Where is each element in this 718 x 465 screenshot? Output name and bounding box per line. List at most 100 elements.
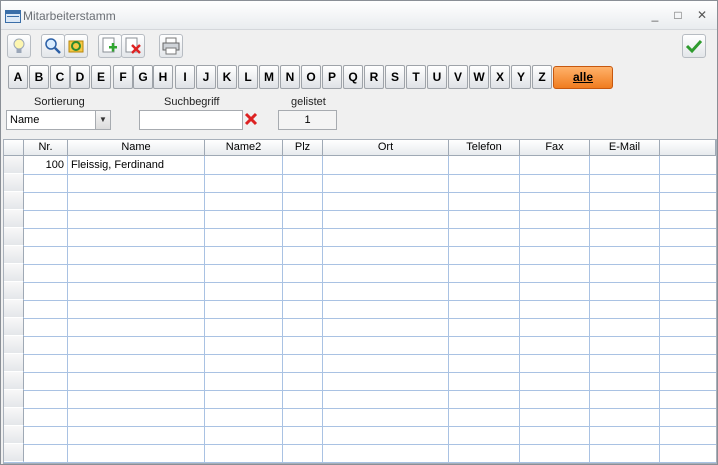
toolbar (1, 31, 717, 61)
table-row[interactable]: 100 Fleissig, Ferdinand (4, 156, 716, 175)
sort-value: Name (10, 114, 40, 126)
letter-button-u[interactable]: U (427, 65, 447, 89)
close-button[interactable]: ✕ (691, 6, 713, 24)
letter-button-r[interactable]: R (364, 65, 384, 89)
clear-search-icon[interactable] (243, 111, 259, 127)
empty-table-row[interactable] (4, 246, 716, 265)
row-selector[interactable] (4, 246, 24, 263)
maximize-button[interactable]: □ (667, 6, 689, 24)
sort-label: Sortierung (34, 96, 85, 108)
row-selector[interactable] (4, 300, 24, 317)
add-icon (102, 37, 117, 53)
search-icon (45, 38, 61, 54)
empty-table-row[interactable] (4, 228, 716, 247)
column-header-fax[interactable]: Fax (520, 140, 590, 156)
empty-table-row[interactable] (4, 408, 716, 427)
letter-button-a[interactable]: A (8, 65, 28, 89)
letter-button-f[interactable]: F (113, 65, 133, 89)
row-selector[interactable] (4, 372, 24, 389)
row-selector[interactable] (4, 408, 24, 425)
row-selector[interactable] (4, 354, 24, 371)
empty-table-row[interactable] (4, 210, 716, 229)
empty-table-row[interactable] (4, 264, 716, 283)
empty-table-row[interactable] (4, 390, 716, 409)
letter-button-m[interactable]: M (259, 65, 279, 89)
column-header-email[interactable]: E-Mail (590, 140, 660, 156)
letter-button-q[interactable]: Q (343, 65, 363, 89)
empty-table-row[interactable] (4, 174, 716, 193)
row-selector[interactable] (4, 444, 24, 461)
column-header-name2[interactable]: Name2 (205, 140, 283, 156)
column-header-ort[interactable]: Ort (323, 140, 449, 156)
title-bar: Mitarbeiterstamm _ □ ✕ (1, 1, 717, 30)
print-button[interactable] (159, 34, 183, 58)
count-label: gelistet (291, 96, 326, 108)
empty-table-row[interactable] (4, 300, 716, 319)
delete-icon (125, 37, 141, 54)
letter-button-x[interactable]: X (490, 65, 510, 89)
letter-button-z[interactable]: Z (532, 65, 552, 89)
letter-button-e[interactable]: E (91, 65, 111, 89)
letter-button-c[interactable]: C (50, 65, 70, 89)
empty-table-row[interactable] (4, 282, 716, 301)
refresh-icon (68, 40, 84, 53)
column-header-nr[interactable]: Nr. (24, 140, 68, 156)
row-selector[interactable] (4, 264, 24, 281)
letter-button-i[interactable]: I (175, 65, 195, 89)
confirm-button[interactable] (682, 34, 706, 58)
chevron-down-icon[interactable]: ▼ (95, 111, 110, 129)
letter-button-h[interactable]: H (153, 65, 173, 89)
letter-button-y[interactable]: Y (511, 65, 531, 89)
lightbulb-button[interactable] (7, 34, 31, 58)
search-label: Suchbegriff (164, 96, 220, 108)
row-selector[interactable] (4, 228, 24, 245)
empty-table-row[interactable] (4, 426, 716, 445)
empty-table-row[interactable] (4, 318, 716, 337)
letter-button-v[interactable]: V (448, 65, 468, 89)
search-button[interactable] (41, 34, 65, 58)
letter-button-g[interactable]: G (133, 65, 153, 89)
row-selector[interactable] (4, 282, 24, 299)
sort-select[interactable]: Name ▼ (6, 110, 111, 130)
empty-table-row[interactable] (4, 336, 716, 355)
add-button[interactable] (98, 34, 122, 58)
search-input[interactable] (139, 110, 243, 130)
letter-button-j[interactable]: J (196, 65, 216, 89)
refresh-button[interactable] (64, 34, 88, 58)
row-selector[interactable] (4, 426, 24, 443)
cell-nr: 100 (45, 159, 64, 171)
listed-count: 1 (278, 110, 337, 130)
window: Mitarbeiterstamm _ □ ✕ ABCDEFGHIJKLMNOPQ… (0, 0, 718, 465)
empty-table-row[interactable] (4, 372, 716, 391)
table-icon (5, 10, 21, 23)
row-selector[interactable] (4, 156, 24, 173)
empty-table-row[interactable] (4, 192, 716, 211)
row-selector[interactable] (4, 210, 24, 227)
delete-button[interactable] (121, 34, 145, 58)
row-selector[interactable] (4, 174, 24, 191)
letter-button-o[interactable]: O (301, 65, 321, 89)
lightbulb-icon (13, 38, 25, 53)
minimize-button[interactable]: _ (644, 6, 666, 24)
row-selector[interactable] (4, 192, 24, 209)
cell-name: Fleissig, Ferdinand (71, 159, 164, 171)
row-selector[interactable] (4, 390, 24, 407)
letter-button-w[interactable]: W (469, 65, 489, 89)
letter-button-l[interactable]: L (238, 65, 258, 89)
column-header-plz[interactable]: Plz (283, 140, 323, 156)
letter-button-s[interactable]: S (385, 65, 405, 89)
row-selector[interactable] (4, 318, 24, 335)
alle-button[interactable]: alle (553, 66, 613, 89)
letter-button-b[interactable]: B (29, 65, 49, 89)
letter-button-d[interactable]: D (70, 65, 90, 89)
letter-button-p[interactable]: P (322, 65, 342, 89)
empty-table-row[interactable] (4, 354, 716, 373)
row-selector[interactable] (4, 336, 24, 353)
empty-table-row[interactable] (4, 444, 716, 463)
letter-button-n[interactable]: N (280, 65, 300, 89)
column-header-name[interactable]: Name (68, 140, 205, 156)
letter-button-t[interactable]: T (406, 65, 426, 89)
data-grid[interactable]: Nr. Name Name2 Plz Ort Telefon Fax E-Mail 100 Fle… (3, 139, 717, 464)
letter-button-k[interactable]: K (217, 65, 237, 89)
column-header-telefon[interactable]: Telefon (449, 140, 520, 156)
